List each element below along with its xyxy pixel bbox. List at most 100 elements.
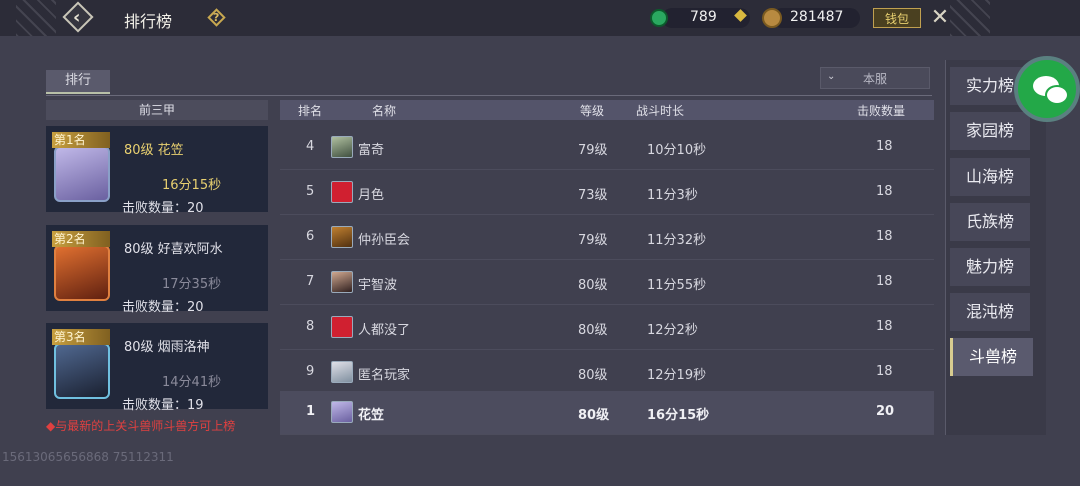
kill-count: 击败数量：20 xyxy=(122,300,204,315)
avatar xyxy=(54,146,110,202)
row-battle-time: 12分2秒 xyxy=(647,323,698,338)
row-kills: 18 xyxy=(876,229,893,244)
avatar xyxy=(331,361,353,383)
row-battle-time: 11分55秒 xyxy=(647,278,707,293)
row-battle-time: 12分19秒 xyxy=(647,368,707,383)
chevron-down-icon: ⌄ xyxy=(827,71,836,82)
jade-icon xyxy=(650,9,668,27)
wechat-bubble xyxy=(1045,85,1069,105)
wechat-icon[interactable] xyxy=(1014,56,1080,122)
rank-badge: 第3名 xyxy=(52,329,110,345)
sidebar-item-home[interactable]: 家园榜 xyxy=(950,112,1030,150)
row-level: 80级 xyxy=(578,368,608,383)
table-row[interactable]: 4 富奇 79级 10分10秒 18 xyxy=(280,126,934,170)
row-name: 仲孙臣会 xyxy=(358,233,411,248)
sidebar-item-clan[interactable]: 氏族榜 xyxy=(950,203,1030,241)
my-rank-row[interactable]: 1 花笠 80级 16分15秒 20 xyxy=(280,391,934,435)
column-name: 名称 xyxy=(372,104,397,118)
row-name: 宇智波 xyxy=(358,278,398,293)
row-kills: 18 xyxy=(876,139,893,154)
row-name: 富奇 xyxy=(358,143,385,158)
row-rank: 7 xyxy=(306,274,315,289)
sidebar-item-shanhai[interactable]: 山海榜 xyxy=(950,158,1030,196)
server-select-value: 本服 xyxy=(863,72,888,86)
player-level-name: 80级 好喜欢阿水 xyxy=(124,242,223,257)
tab-rank[interactable]: 排行 xyxy=(46,70,110,94)
column-rank: 排名 xyxy=(298,104,323,118)
row-kills: 20 xyxy=(876,404,895,419)
jade-value: 789 xyxy=(690,9,717,25)
id-text: 15613065656868 75112311 xyxy=(2,450,174,464)
top3-card[interactable]: 第2名 80级 好喜欢阿水 17分35秒 击败数量：20 xyxy=(46,225,268,315)
row-kills: 18 xyxy=(876,274,893,289)
row-battle-time: 16分15秒 xyxy=(647,408,710,423)
top-bar: ‹ 排行榜 ? 789 281487 钱包 ✕ xyxy=(0,0,1080,36)
table-row[interactable]: 7 宇智波 80级 11分55秒 18 xyxy=(280,261,934,305)
sidebar-item-charm[interactable]: 魅力榜 xyxy=(950,248,1030,286)
sidebar-item-beast-battle[interactable]: 斗兽榜 xyxy=(950,338,1033,376)
column-battle-time: 战斗时长 xyxy=(636,104,685,118)
row-name: 花笠 xyxy=(358,408,385,423)
ranking-notice: ◆与最新的上关斗兽师斗兽方可上榜 xyxy=(46,419,236,433)
avatar xyxy=(331,226,353,248)
row-kills: 18 xyxy=(876,184,893,199)
row-rank: 4 xyxy=(306,139,315,154)
avatar xyxy=(331,271,353,293)
row-level: 80级 xyxy=(578,323,608,338)
wallet-button[interactable]: 钱包 xyxy=(873,8,921,28)
row-level: 80级 xyxy=(578,408,610,423)
sidebar-item-chaos[interactable]: 混沌榜 xyxy=(950,293,1030,331)
question-mark-icon: ? xyxy=(213,11,220,24)
row-name: 人都没了 xyxy=(358,323,411,338)
row-rank: 1 xyxy=(306,404,316,419)
decoration xyxy=(16,0,56,36)
row-rank: 9 xyxy=(306,364,315,379)
close-icon[interactable]: ✕ xyxy=(928,6,952,30)
row-rank: 5 xyxy=(306,184,315,199)
row-level: 79级 xyxy=(578,233,608,248)
row-name: 匿名玩家 xyxy=(358,368,411,383)
rank-badge: 第2名 xyxy=(52,231,110,247)
decoration xyxy=(950,0,990,36)
row-name: 月色 xyxy=(358,188,385,203)
avatar xyxy=(54,245,110,301)
column-level: 等级 xyxy=(580,104,605,118)
table-row[interactable]: 6 仲孙臣会 79级 11分32秒 18 xyxy=(280,216,934,260)
avatar xyxy=(331,181,353,203)
player-level-name: 80级 烟雨洛神 xyxy=(124,340,210,355)
row-battle-time: 10分10秒 xyxy=(647,143,707,158)
top3-card[interactable]: 第3名 80级 烟雨洛神 14分41秒 击败数量：19 xyxy=(46,323,268,413)
battle-time: 14分41秒 xyxy=(162,375,222,390)
avatar xyxy=(331,136,353,158)
coin-value: 281487 xyxy=(790,9,844,25)
coin-icon xyxy=(762,8,782,28)
row-kills: 18 xyxy=(876,319,893,334)
top3-header: 前三甲 xyxy=(46,100,268,120)
table-row[interactable]: 8 人都没了 80级 12分2秒 18 xyxy=(280,306,934,350)
page-title: 排行榜 xyxy=(124,12,173,31)
divider xyxy=(46,95,932,96)
table-row[interactable]: 9 匿名玩家 80级 12分19秒 18 xyxy=(280,351,934,395)
help-icon[interactable]: ? xyxy=(207,8,226,27)
row-level: 79级 xyxy=(578,143,608,158)
avatar xyxy=(331,401,353,423)
kill-count: 击败数量：19 xyxy=(122,398,204,413)
avatar xyxy=(331,316,353,338)
row-rank: 6 xyxy=(306,229,315,244)
back-button[interactable]: ‹ xyxy=(62,1,94,33)
server-select[interactable]: ⌄ 本服 xyxy=(820,67,930,89)
battle-time: 17分35秒 xyxy=(162,277,222,292)
avatar xyxy=(54,343,110,399)
row-level: 80级 xyxy=(578,278,608,293)
chevron-left-icon: ‹ xyxy=(73,7,81,28)
row-kills: 18 xyxy=(876,364,893,379)
top3-card[interactable]: 第1名 80级 花笠 16分15秒 击败数量：20 xyxy=(46,126,268,216)
column-kills: 击败数量 xyxy=(857,104,906,118)
player-level-name: 80级 花笠 xyxy=(124,143,184,158)
table-row[interactable]: 5 月色 73级 11分3秒 18 xyxy=(280,171,934,215)
battle-time: 16分15秒 xyxy=(162,178,222,193)
row-battle-time: 11分32秒 xyxy=(647,233,707,248)
row-rank: 8 xyxy=(306,319,315,334)
row-level: 73级 xyxy=(578,188,608,203)
kill-count: 击败数量：20 xyxy=(122,201,204,216)
